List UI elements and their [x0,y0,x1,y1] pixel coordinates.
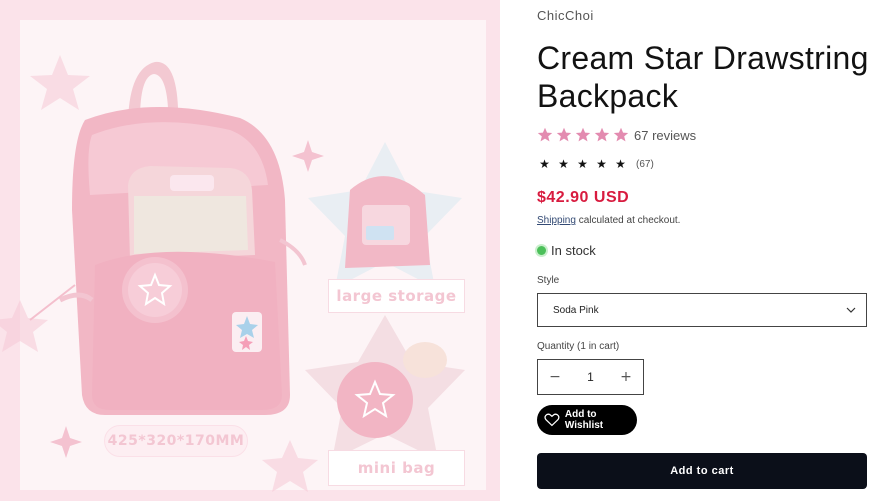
wishlist-label: Add to Wishlist [564,409,604,431]
add-to-cart-button[interactable]: Add to cart [537,453,867,489]
star-icon [594,127,610,142]
shipping-text: calculated at checkout. [578,215,681,226]
star-icon [556,127,572,142]
reviews-count: (67) [636,158,654,170]
stock-status: In stock [537,243,596,258]
style-label: Style [537,275,560,286]
star-icon: ★ [539,157,550,171]
star-icon: ★ [596,157,607,171]
quantity-increase-button[interactable]: + [609,360,643,394]
shipping-note: Shipping calculated at checkout. [537,215,680,226]
rating-summary[interactable]: 67 reviews [537,126,696,144]
backpack-main [29,61,307,416]
reviews-link[interactable]: 67 reviews [634,128,696,143]
quantity-value[interactable]: 1 [572,370,609,384]
product-image[interactable]: large storage mini bag 425*320*170MM [0,0,500,501]
style-selected-value: Soda Pink [553,305,599,316]
vendor-name: ChicChoi [537,8,594,23]
caption-mini-bag: mini bag [328,450,465,486]
star-icon [575,127,591,142]
add-to-wishlist-button[interactable]: Add to Wishlist [537,405,637,435]
star-icon: ★ [577,157,588,171]
star-icon: ★ [558,157,569,171]
product-price: $42.90 USD [537,189,630,206]
quantity-label: Quantity (1 in cart) [537,341,620,352]
quantity-decrease-button[interactable]: − [538,360,572,394]
star-icon [613,127,629,142]
style-select[interactable]: Soda Pink [537,293,867,327]
heart-icon [544,413,560,427]
star-icon: ★ [615,157,626,171]
shipping-link[interactable]: Shipping [537,215,576,226]
inset-mini-bag [305,315,465,460]
product-title: Cream Star Drawstring Backpack [537,40,869,114]
in-stock-dot-icon [537,246,546,255]
quantity-stepper: − 1 + [537,359,644,395]
stock-label: In stock [551,243,596,258]
product-info: ChicChoi Cream Star Drawstring Backpack … [537,0,869,501]
caption-dimensions: 425*320*170MM [104,425,248,457]
inset-large-storage [308,142,462,288]
backpack-illustration [0,55,465,492]
caption-large-storage: large storage [328,279,465,313]
star-icon [537,127,553,142]
chevron-down-icon [846,307,856,313]
rating-secondary[interactable]: ★ ★ ★ ★ ★ (67) [537,156,654,172]
